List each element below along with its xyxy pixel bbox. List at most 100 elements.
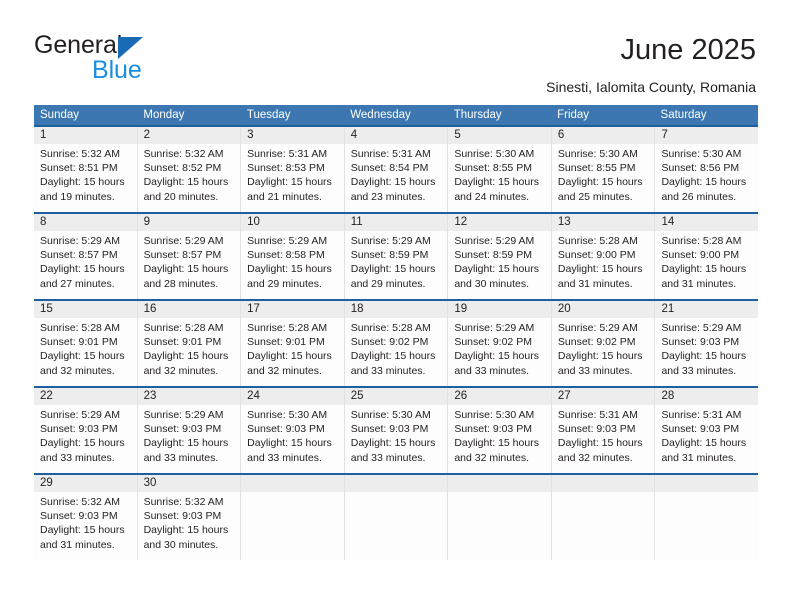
day-cell[interactable]: Sunrise: 5:29 AM Sunset: 8:59 PM Dayligh… xyxy=(343,231,448,299)
week-detail-strip: Sunrise: 5:29 AM Sunset: 8:57 PM Dayligh… xyxy=(34,231,758,299)
day-cell[interactable]: Sunrise: 5:29 AM Sunset: 9:02 PM Dayligh… xyxy=(550,318,655,386)
day-number[interactable]: 8 xyxy=(34,214,137,231)
day-number[interactable]: 2 xyxy=(136,127,241,144)
daylight-text-line2: and 25 minutes. xyxy=(557,190,633,203)
weekday-sunday: Sunday xyxy=(40,109,80,121)
day-cell[interactable]: Sunrise: 5:29 AM Sunset: 9:03 PM Dayligh… xyxy=(136,405,241,473)
day-number[interactable]: 20 xyxy=(550,301,655,318)
day-number[interactable]: 25 xyxy=(343,388,448,405)
daylight-text-line1: Daylight: 15 hours xyxy=(661,350,747,363)
sunrise-text: Sunrise: 5:32 AM xyxy=(143,148,224,160)
day-number[interactable]: 24 xyxy=(240,388,344,405)
day-number[interactable]: 11 xyxy=(343,214,448,231)
daylight-text-line2: and 24 minutes. xyxy=(454,190,530,203)
day-cell[interactable]: Sunrise: 5:29 AM Sunset: 8:57 PM Dayligh… xyxy=(136,231,241,299)
daylight-text-line1: Daylight: 15 hours xyxy=(454,176,539,189)
day-number[interactable]: 21 xyxy=(654,301,758,318)
sunrise-text: Sunrise: 5:30 AM xyxy=(247,409,328,421)
daylight-text-line1: Daylight: 15 hours xyxy=(661,437,747,450)
day-cell[interactable]: Sunrise: 5:32 AM Sunset: 9:03 PM Dayligh… xyxy=(136,492,241,560)
sunset-text: Sunset: 8:55 PM xyxy=(454,162,532,175)
day-cell[interactable]: Sunrise: 5:31 AM Sunset: 9:03 PM Dayligh… xyxy=(550,405,655,473)
daylight-text-line1: Daylight: 15 hours xyxy=(350,437,436,450)
day-cell[interactable]: Sunrise: 5:30 AM Sunset: 9:03 PM Dayligh… xyxy=(240,405,344,473)
general-blue-logo[interactable]: General Blue xyxy=(34,31,224,85)
sunrise-text: Sunrise: 5:32 AM xyxy=(40,148,120,160)
day-number[interactable]: 16 xyxy=(136,301,241,318)
day-cell[interactable]: Sunrise: 5:30 AM Sunset: 8:56 PM Dayligh… xyxy=(654,144,758,212)
daylight-text-line1: Daylight: 15 hours xyxy=(557,176,643,189)
daylight-text-line2: and 27 minutes. xyxy=(40,277,115,290)
day-cell[interactable]: Sunrise: 5:31 AM Sunset: 8:53 PM Dayligh… xyxy=(240,144,344,212)
sunrise-text: Sunrise: 5:29 AM xyxy=(247,235,328,247)
day-cell-empty xyxy=(343,475,448,492)
sunrise-text: Sunrise: 5:29 AM xyxy=(557,322,638,334)
day-cell[interactable]: Sunrise: 5:28 AM Sunset: 9:01 PM Dayligh… xyxy=(34,318,137,386)
daylight-text-line1: Daylight: 15 hours xyxy=(350,350,436,363)
daylight-text-line2: and 26 minutes. xyxy=(661,190,737,203)
day-number[interactable]: 15 xyxy=(34,301,137,318)
sunset-text: Sunset: 9:03 PM xyxy=(143,423,222,436)
day-cell[interactable]: Sunrise: 5:32 AM Sunset: 8:52 PM Dayligh… xyxy=(136,144,241,212)
sunrise-text: Sunrise: 5:31 AM xyxy=(557,409,638,421)
day-number[interactable]: 28 xyxy=(654,388,758,405)
day-cell[interactable]: Sunrise: 5:30 AM Sunset: 9:03 PM Dayligh… xyxy=(343,405,448,473)
day-cell[interactable]: Sunrise: 5:30 AM Sunset: 8:55 PM Dayligh… xyxy=(447,144,551,212)
daylight-text-line1: Daylight: 15 hours xyxy=(454,437,539,450)
day-number[interactable]: 6 xyxy=(550,127,655,144)
day-cell[interactable]: Sunrise: 5:28 AM Sunset: 9:01 PM Dayligh… xyxy=(136,318,241,386)
day-cell[interactable]: Sunrise: 5:29 AM Sunset: 8:57 PM Dayligh… xyxy=(34,231,137,299)
day-cell[interactable]: Sunrise: 5:28 AM Sunset: 9:01 PM Dayligh… xyxy=(240,318,344,386)
day-number[interactable]: 30 xyxy=(136,475,241,492)
day-cell[interactable]: Sunrise: 5:29 AM Sunset: 8:58 PM Dayligh… xyxy=(240,231,344,299)
day-cell[interactable]: Sunrise: 5:29 AM Sunset: 9:03 PM Dayligh… xyxy=(654,318,758,386)
sunrise-text: Sunrise: 5:28 AM xyxy=(247,322,328,334)
day-cell[interactable]: Sunrise: 5:32 AM Sunset: 9:03 PM Dayligh… xyxy=(34,492,137,560)
day-number[interactable]: 12 xyxy=(447,214,551,231)
sunset-text: Sunset: 8:54 PM xyxy=(350,162,429,175)
day-number[interactable]: 27 xyxy=(550,388,655,405)
day-number[interactable]: 29 xyxy=(34,475,137,492)
day-number[interactable]: 7 xyxy=(654,127,758,144)
sunset-text: Sunset: 8:58 PM xyxy=(247,249,325,262)
week-detail-strip: Sunrise: 5:32 AM Sunset: 8:51 PM Dayligh… xyxy=(34,144,758,212)
sunset-text: Sunset: 9:03 PM xyxy=(661,423,740,436)
day-number[interactable]: 17 xyxy=(240,301,344,318)
day-cell-empty xyxy=(240,492,344,560)
weekday-header-row: Sunday Monday Tuesday Wednesday Thursday… xyxy=(34,105,758,125)
week-row: 8 9 10 11 12 13 14 Sunrise: 5:29 AM Suns… xyxy=(34,212,758,299)
day-number[interactable]: 5 xyxy=(447,127,551,144)
day-cell[interactable]: Sunrise: 5:28 AM Sunset: 9:00 PM Dayligh… xyxy=(654,231,758,299)
day-cell[interactable]: Sunrise: 5:29 AM Sunset: 8:59 PM Dayligh… xyxy=(447,231,551,299)
day-number[interactable]: 9 xyxy=(136,214,241,231)
day-cell[interactable]: Sunrise: 5:31 AM Sunset: 8:54 PM Dayligh… xyxy=(343,144,448,212)
day-cell[interactable]: Sunrise: 5:28 AM Sunset: 9:02 PM Dayligh… xyxy=(343,318,448,386)
day-number[interactable]: 3 xyxy=(240,127,344,144)
weekday-wednesday: Wednesday xyxy=(350,109,411,121)
day-cell[interactable]: Sunrise: 5:30 AM Sunset: 8:55 PM Dayligh… xyxy=(550,144,655,212)
day-number[interactable]: 4 xyxy=(343,127,448,144)
day-number[interactable]: 1 xyxy=(34,127,137,144)
daylight-text-line2: and 33 minutes. xyxy=(557,364,633,377)
day-number[interactable]: 18 xyxy=(343,301,448,318)
day-number[interactable]: 13 xyxy=(550,214,655,231)
day-cell[interactable]: Sunrise: 5:28 AM Sunset: 9:00 PM Dayligh… xyxy=(550,231,655,299)
day-cell[interactable]: Sunrise: 5:30 AM Sunset: 9:03 PM Dayligh… xyxy=(447,405,551,473)
day-number[interactable]: 19 xyxy=(447,301,551,318)
day-number[interactable]: 22 xyxy=(34,388,137,405)
day-cell[interactable]: Sunrise: 5:31 AM Sunset: 9:03 PM Dayligh… xyxy=(654,405,758,473)
daylight-text-line1: Daylight: 15 hours xyxy=(557,350,643,363)
day-number[interactable]: 26 xyxy=(447,388,551,405)
sunset-text: Sunset: 8:57 PM xyxy=(40,249,118,262)
day-number[interactable]: 14 xyxy=(654,214,758,231)
sunrise-text: Sunrise: 5:31 AM xyxy=(661,409,742,421)
day-number[interactable]: 23 xyxy=(136,388,241,405)
weekday-saturday: Saturday xyxy=(660,109,707,121)
daylight-text-line2: and 32 minutes. xyxy=(454,451,530,464)
daylight-text-line2: and 33 minutes. xyxy=(454,364,530,377)
day-cell[interactable]: Sunrise: 5:29 AM Sunset: 9:03 PM Dayligh… xyxy=(34,405,137,473)
day-number[interactable]: 10 xyxy=(240,214,344,231)
day-cell[interactable]: Sunrise: 5:32 AM Sunset: 8:51 PM Dayligh… xyxy=(34,144,137,212)
daylight-text-line2: and 30 minutes. xyxy=(143,538,219,551)
day-cell[interactable]: Sunrise: 5:29 AM Sunset: 9:02 PM Dayligh… xyxy=(447,318,551,386)
